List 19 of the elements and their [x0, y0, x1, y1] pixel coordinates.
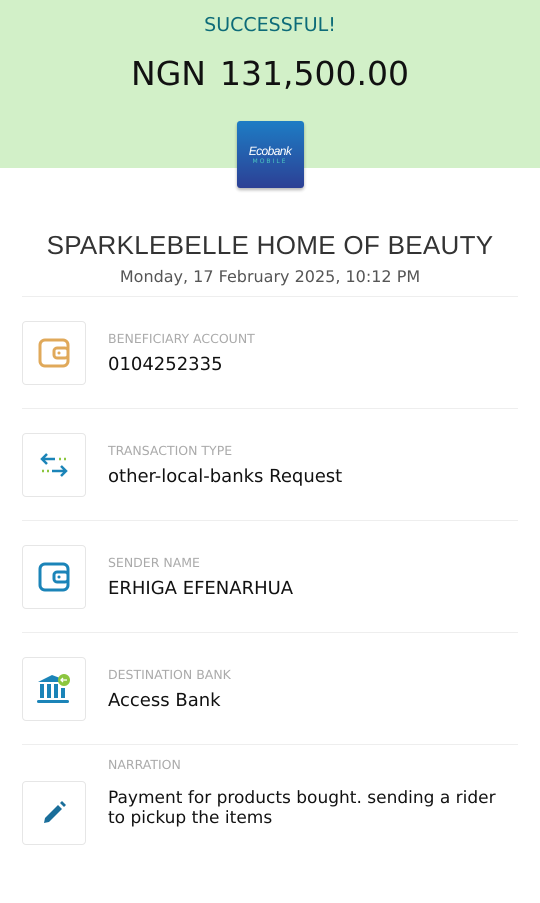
transaction-date: Monday, 17 February 2025, 10:12 PM	[22, 267, 518, 297]
field-label: DESTINATION BANK	[108, 666, 231, 682]
amount-value: 131,500.00	[220, 54, 409, 93]
field-value: other-local-banks Request	[108, 466, 342, 486]
field-value: Access Bank	[108, 690, 222, 710]
field-label: SENDER NAME	[108, 554, 201, 570]
logo-name: Ecobank	[248, 144, 292, 158]
field-label: NARRATION	[108, 757, 182, 772]
field-value: 0104252335	[108, 354, 224, 374]
field-label: BENEFICIARY ACCOUNT	[108, 330, 255, 346]
bank-icon	[36, 672, 72, 706]
currency-code: NGN	[131, 54, 206, 93]
beneficiary-name: SPARKLEBELLE HOME OF BEAUTY	[46, 230, 494, 261]
field-label: TRANSACTION TYPE	[108, 442, 234, 458]
field-value: Payment for products bought. sending a rider to pickup the items	[108, 788, 497, 829]
pencil-icon	[41, 800, 67, 826]
transfer-arrows-icon	[39, 452, 69, 478]
status-text: SUCCESSFUL!	[204, 14, 336, 36]
field-value: ERHIGA EFENARHUA	[108, 578, 294, 598]
